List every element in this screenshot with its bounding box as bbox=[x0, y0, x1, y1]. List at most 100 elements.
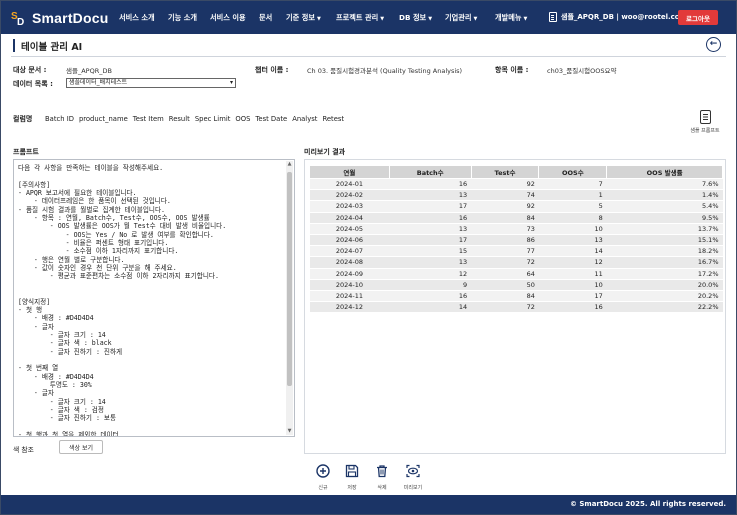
table-cell: 9 bbox=[389, 279, 472, 291]
table-cell: 64 bbox=[471, 268, 539, 280]
table-cell: 15.1% bbox=[606, 234, 723, 247]
column-chip[interactable]: Test Date bbox=[255, 115, 287, 123]
target-doc-value: 샘플_APQR_DB bbox=[66, 67, 112, 75]
sample-prompt-button[interactable]: 샘플 프롬프트 bbox=[687, 110, 723, 134]
table-cell: 2024-10 bbox=[309, 279, 390, 291]
scroll-up-icon[interactable]: ▲ bbox=[286, 161, 293, 168]
nav-item-6[interactable]: DB 정보 ▼ bbox=[399, 13, 432, 23]
chapter-value: Ch 03. 품질시험경과분석 (Quality Testing Analysi… bbox=[307, 67, 463, 75]
data-list-label: 데이터 목록 : bbox=[13, 80, 53, 88]
logout-button[interactable]: 로그아웃 bbox=[678, 10, 718, 25]
table-row: 2024-01 16 92 7 7.6% bbox=[309, 178, 723, 191]
table-cell: 22.2% bbox=[606, 301, 723, 314]
table-cell: 12 bbox=[538, 256, 607, 269]
result-preview-panel: 연월 Batch수 Test수 OOS수 OOS 발생률 2024-01 16 92 7 7.6… bbox=[304, 159, 726, 454]
result-table-body: 2024-01 16 92 7 7.6% 2024-02 13 74 1 1.4% 2024-03 1… bbox=[309, 178, 723, 314]
back-button[interactable]: ← bbox=[706, 37, 721, 52]
nav-item-label: 개발메뉴 bbox=[495, 13, 522, 22]
user-info[interactable]: 샘플_APQR_DB | woo@rootel.co.kr bbox=[549, 12, 690, 22]
nav-item-8[interactable]: 개발메뉴 ▼ bbox=[495, 13, 527, 23]
new-button[interactable]: 신규 bbox=[310, 464, 336, 491]
nav-item-4[interactable]: 기준 정보 ▼ bbox=[286, 13, 321, 23]
columns-label: 컬럼명 bbox=[13, 115, 33, 123]
new-label: 신규 bbox=[318, 485, 328, 491]
nav-item-label: 기업관리 bbox=[445, 13, 472, 22]
table-row: 2024-02 13 74 1 1.4% bbox=[309, 189, 723, 202]
table-cell: 14 bbox=[538, 245, 607, 258]
result-column-header: Batch수 bbox=[388, 165, 472, 179]
save-button[interactable]: 저장 bbox=[339, 464, 365, 491]
table-cell: 92 bbox=[471, 200, 539, 213]
prompt-textarea[interactable]: 다음 각 사항을 만족하는 테이블을 작성해주세요. [주의사항] - APQR… bbox=[13, 159, 295, 437]
prompt-text: 다음 각 사항을 만족하는 테이블을 작성해주세요. [주의사항] - APQR… bbox=[18, 164, 227, 437]
delete-button[interactable]: 삭제 bbox=[369, 464, 395, 491]
table-cell: 16 bbox=[389, 178, 472, 191]
caret-down-icon: ▼ bbox=[316, 16, 321, 22]
nav-item-3[interactable]: 문서 bbox=[259, 13, 272, 23]
table-row: 2024-06 17 86 13 15.1% bbox=[309, 234, 723, 247]
column-chip[interactable]: Retest bbox=[322, 115, 344, 123]
table-cell: 2024-04 bbox=[309, 212, 390, 224]
preview-button[interactable]: 미리보기 bbox=[400, 464, 426, 491]
result-table: 연월 Batch수 Test수 OOS수 OOS 발생률 2024-01 16 92 7 7.6… bbox=[309, 165, 723, 314]
result-table-header: 연월 Batch수 Test수 OOS수 OOS 발생률 bbox=[309, 165, 723, 179]
nav-item-7[interactable]: 기업관리 ▼ bbox=[445, 13, 477, 23]
table-row: 2024-04 16 84 8 9.5% bbox=[309, 212, 723, 224]
table-cell: 2024-05 bbox=[309, 223, 390, 235]
column-chip[interactable]: Batch ID bbox=[45, 115, 74, 123]
table-cell: 2024-01 bbox=[309, 178, 390, 191]
column-list: Batch ID product_name Test Item Result Spec … bbox=[45, 115, 349, 123]
column-chip[interactable]: Analyst bbox=[292, 115, 317, 123]
table-cell: 13.7% bbox=[606, 223, 723, 235]
table-cell: 72 bbox=[471, 301, 539, 314]
table-row: 2024-12 14 72 16 22.2% bbox=[309, 301, 723, 314]
table-cell: 17.2% bbox=[606, 268, 723, 280]
table-cell: 2024-09 bbox=[309, 268, 390, 280]
table-cell: 2024-08 bbox=[309, 256, 390, 269]
table-cell: 84 bbox=[471, 212, 539, 224]
column-chip[interactable]: OOS bbox=[235, 115, 250, 123]
nav-item-5[interactable]: 프로젝트 관리 ▼ bbox=[336, 13, 384, 23]
table-row: 2024-08 13 72 12 16.7% bbox=[309, 256, 723, 269]
caret-down-icon: ▼ bbox=[523, 16, 528, 22]
table-cell: 2024-11 bbox=[309, 290, 390, 303]
column-chip[interactable]: Result bbox=[169, 115, 190, 123]
page-title: 테이블 관리 AI bbox=[13, 39, 82, 53]
table-cell: 18.2% bbox=[606, 245, 723, 258]
save-label: 저장 bbox=[347, 485, 357, 491]
nav-item-1[interactable]: 기능 소개 bbox=[168, 13, 197, 23]
item-value: ch03_품질시험OOS요약 bbox=[547, 67, 617, 75]
table-cell: 2024-12 bbox=[309, 301, 390, 314]
color-view-button[interactable]: 색상 보기 bbox=[59, 440, 103, 454]
table-cell: 16 bbox=[389, 290, 472, 303]
table-cell: 50 bbox=[471, 279, 539, 291]
table-cell: 15 bbox=[389, 245, 472, 258]
prompt-label: 프롬프트 bbox=[13, 148, 39, 156]
prompt-scrollbar[interactable]: ▲ ▼ bbox=[286, 161, 293, 435]
table-row: 2024-11 16 84 17 20.2% bbox=[309, 290, 723, 303]
nav-item-label: 기능 소개 bbox=[168, 13, 197, 22]
result-column-header: OOS수 bbox=[538, 165, 608, 179]
column-chip[interactable]: product_name bbox=[79, 115, 128, 123]
user-info-text: 샘플_APQR_DB | woo@rootel.co.kr bbox=[561, 13, 691, 21]
data-list-select[interactable]: 샘플데이터_배치테스트 ▾ bbox=[66, 78, 236, 88]
nav-item-2[interactable]: 서비스 이용 bbox=[210, 13, 246, 23]
preview-label: 미리보기 bbox=[403, 485, 423, 491]
table-cell: 92 bbox=[471, 178, 539, 191]
table-row: 2024-05 13 73 10 13.7% bbox=[309, 223, 723, 235]
nav-item-label: 프로젝트 관리 bbox=[336, 13, 379, 22]
caret-down-icon: ▼ bbox=[473, 16, 478, 22]
table-cell: 20.2% bbox=[606, 290, 723, 303]
table-cell: 13 bbox=[389, 189, 472, 202]
result-column-header: OOS 발생률 bbox=[606, 165, 723, 179]
result-label: 미리보기 결과 bbox=[304, 148, 346, 156]
scroll-down-icon[interactable]: ▼ bbox=[286, 428, 293, 435]
column-chip[interactable]: Test Item bbox=[133, 115, 164, 123]
delete-label: 삭제 bbox=[377, 485, 387, 491]
logo[interactable]: S D SmartDocu bbox=[11, 8, 108, 28]
column-chip[interactable]: Spec Limit bbox=[195, 115, 231, 123]
table-cell: 86 bbox=[471, 234, 539, 247]
item-label: 항목 이름 : bbox=[495, 66, 529, 74]
scroll-thumb[interactable] bbox=[287, 172, 292, 386]
nav-item-0[interactable]: 서비스 소개 bbox=[119, 13, 155, 23]
